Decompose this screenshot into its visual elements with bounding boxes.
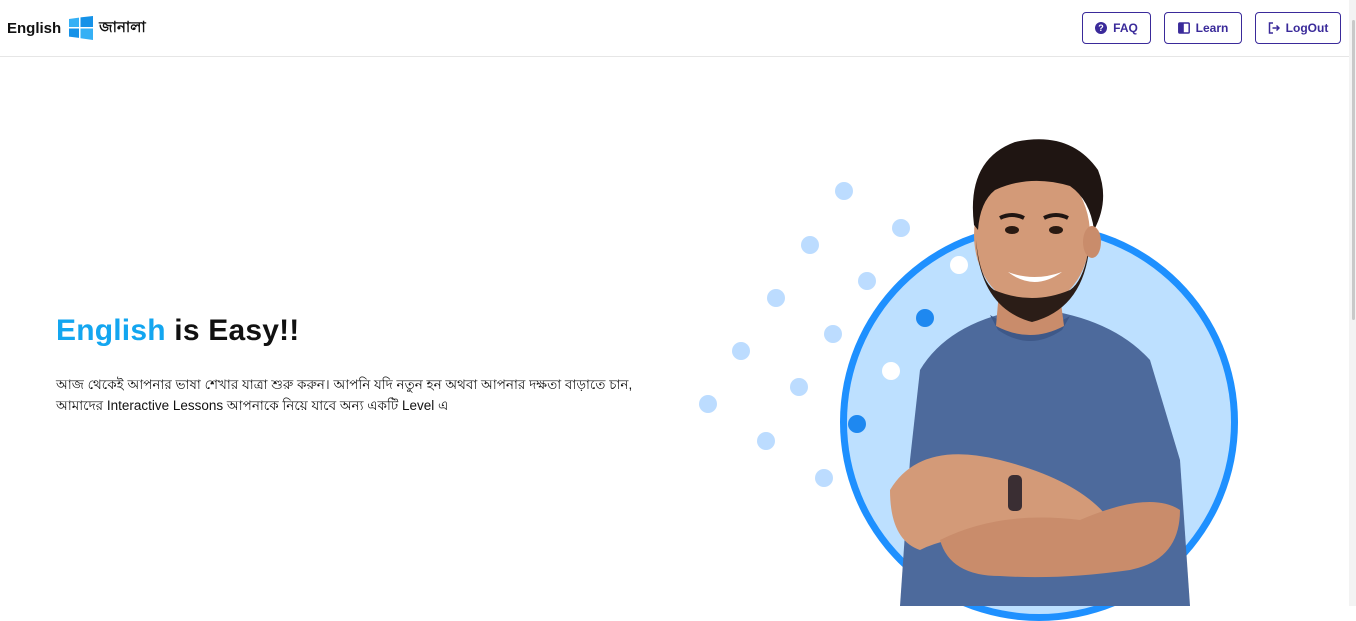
hero-title: English is Easy!! bbox=[56, 314, 300, 348]
svg-text:?: ? bbox=[1098, 23, 1104, 33]
decor-dot bbox=[767, 289, 785, 307]
decor-dot bbox=[801, 236, 819, 254]
decor-dot bbox=[858, 272, 876, 290]
hero-description: আজ থেকেই আপনার ভাষা শেখার যাত্রা শুরু কর… bbox=[56, 377, 633, 413]
logout-label: LogOut bbox=[1285, 21, 1329, 35]
hero-title-accent: English bbox=[56, 314, 166, 347]
book-icon bbox=[1177, 22, 1190, 34]
decor-dot bbox=[848, 415, 866, 433]
decor-dot bbox=[757, 432, 775, 450]
decor-dot bbox=[790, 378, 808, 396]
decor-dot bbox=[699, 395, 717, 413]
decor-dot bbox=[835, 182, 853, 200]
decor-dot bbox=[824, 325, 842, 343]
question-circle-icon: ? bbox=[1095, 22, 1108, 34]
brand-bangla-text: জানালা bbox=[99, 18, 146, 36]
navbar: English জানালা ? FAQ Learn LogOut bbox=[0, 0, 1349, 57]
decor-dot bbox=[732, 342, 750, 360]
brand[interactable]: English জানালা bbox=[7, 14, 146, 42]
logout-icon bbox=[1268, 22, 1280, 34]
decor-dot bbox=[815, 469, 833, 487]
learn-label: Learn bbox=[1195, 21, 1229, 35]
hero-person-image bbox=[880, 130, 1200, 606]
learn-button[interactable]: Learn bbox=[1164, 12, 1242, 44]
logout-button[interactable]: LogOut bbox=[1255, 12, 1341, 44]
faq-label: FAQ bbox=[1113, 21, 1138, 35]
hero-title-rest: is Easy!! bbox=[174, 314, 300, 347]
windows-logo-icon bbox=[68, 16, 94, 40]
faq-button[interactable]: ? FAQ bbox=[1082, 12, 1151, 44]
brand-english-text: English bbox=[7, 19, 62, 37]
page-scrollbar-thumb[interactable] bbox=[1352, 20, 1355, 320]
